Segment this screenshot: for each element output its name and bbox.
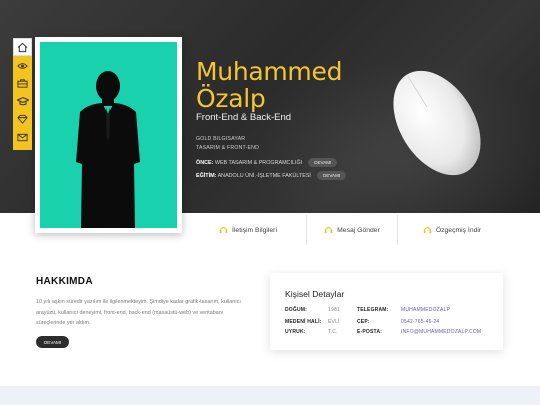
profile-photo-card [35,37,182,233]
about-more-button[interactable]: DEVAMI [36,336,69,348]
graduation-cap-icon[interactable] [13,93,32,109]
birth-value: 1981 [328,307,340,313]
envelope-icon[interactable] [13,129,32,145]
birth-label: DOĞUM: [285,307,308,313]
home-icon[interactable] [13,38,32,56]
profile-photo [40,42,177,228]
footer-band [0,386,540,405]
contact-info-label: İletişim Bilgileri [232,226,277,234]
education-row: EĞİTİM: ANADOLU ÜNİ.-İŞLETME FAKÜLTESİ D… [196,171,347,180]
download-cv-label: Özgeçmiş İndir [435,226,482,234]
email-label: E-POSTA: [357,329,383,335]
send-message-button[interactable]: Mesaj Gönder [307,213,397,247]
headset-icon [219,227,228,234]
previous-label: ÖNCE: [196,159,214,166]
about-text: 10 yılı aşkın süredir yazılım ile ilgile… [36,299,241,326]
icon-sidebar [13,38,32,150]
previous-value: WEB TASARIM & PROGRAMCILIĞI [214,159,303,166]
education-more-button[interactable]: DEVAMI [316,171,347,180]
send-message-label: Mesaj Gönder [337,226,380,234]
headset-icon [324,227,333,234]
marital-label: MEDENİ HALİ: [285,319,322,325]
nationality-label: UYRUK: [285,329,306,335]
contact-info-button[interactable]: İletişim Bilgileri [190,213,306,247]
education-value: ANADOLU ÜNİ.-İŞLETME FAKÜLTESİ [217,172,311,179]
previous-more-button[interactable]: DEVAMI [308,158,338,167]
marital-value: EVLİ [328,319,340,325]
personal-details-card: Kişisel Detaylar DOĞUM: 1981 MEDENİ HALİ… [270,273,503,350]
headset-icon [423,227,432,234]
profile-role: Front-End & Back-End [196,112,292,123]
profile-name: Muhammed Özalp [196,58,342,112]
previous-row: ÖNCE: WEB TASARIM & PROGRAMCILIĞI DEVAMI [196,158,338,167]
eye-icon[interactable] [13,58,32,74]
download-cv-button[interactable]: Özgeçmiş İndir [398,213,506,247]
phone-value[interactable]: 0542-765-46-24 [401,319,439,325]
email-value[interactable]: INFO@MUHAMMEDOZALP.COM [401,329,481,335]
details-title: Kişisel Detaylar [285,289,345,299]
company-role: TASARIM & FRONT-END [196,145,260,151]
telegram-label: TELEGRAM: [357,307,389,313]
phone-label: CEP: [357,319,370,325]
about-title: HAKKIMDA [36,276,93,287]
name-first: Muhammed [196,57,343,86]
diamond-icon[interactable] [13,111,32,127]
briefcase-icon[interactable] [13,75,32,91]
company-name: GOLD BILGISAYAR [196,136,246,142]
education-label: EĞİTİM: [196,172,217,179]
nationality-value: T.C. [328,329,338,335]
telegram-value[interactable]: MUHAMMEDOZALP [401,307,450,313]
name-last: Özalp [196,84,266,113]
